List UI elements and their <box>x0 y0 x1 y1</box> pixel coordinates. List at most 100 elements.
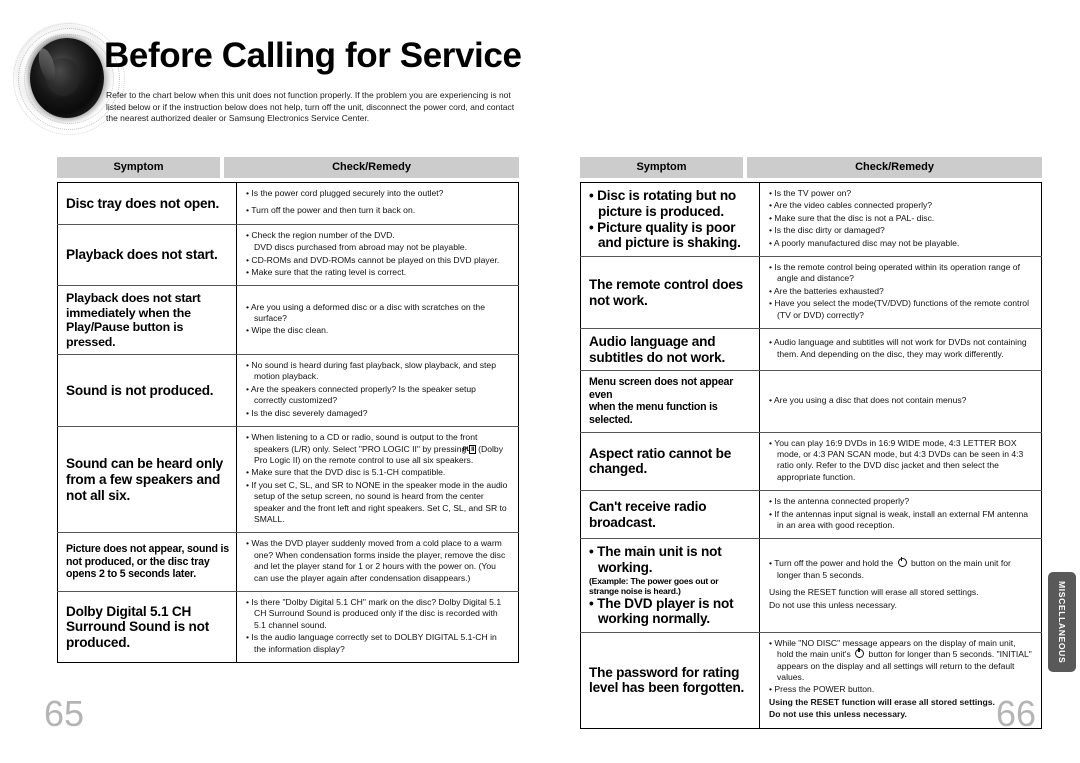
remedy-bullet: Make sure that the disc is not a PAL- di… <box>769 213 1033 224</box>
remedy-bullet-power: While "NO DISC" message appears on the d… <box>769 638 1033 684</box>
remedy-bullet: Turn off the power and then turn it back… <box>246 205 510 216</box>
symptom-text: Audio language and subtitles do not work. <box>589 334 752 365</box>
table-header-left: Symptom Check/Remedy <box>57 157 519 178</box>
remedy-text: When listening to a CD or radio, sound i… <box>246 432 510 525</box>
dolby-prologic2-icon: PL II <box>462 444 476 454</box>
symptom-cell: The password for rating level has been fo… <box>580 632 760 729</box>
symptom-line: strange noise is heard.) <box>589 585 681 596</box>
remedy-line: Do not use this unless necessary. <box>769 709 907 720</box>
symptom-text: Aspect ratio cannot be changed. <box>589 446 752 477</box>
symptom-line: Aspect ratio cannot be <box>589 445 732 461</box>
remedy-bullet: Is the TV power on? <box>769 188 1033 199</box>
symptom-cell: Audio language and subtitles do not work. <box>580 328 760 372</box>
symptom-cell: Playback does not start immediately when … <box>57 285 237 356</box>
remedy-bullet: No sound is heard during fast playback, … <box>246 360 510 383</box>
symptom-cell: Disc is rotating but no picture is produ… <box>580 182 760 258</box>
column-header-remedy: Check/Remedy <box>224 157 519 178</box>
remedy-text: No sound is heard during fast playback, … <box>246 360 510 419</box>
remedy-bullet-dolby: When listening to a CD or radio, sound i… <box>246 432 510 466</box>
remedy-bullet: Have you select the mode(TV/DVD) functio… <box>769 298 1033 321</box>
symptom-line: changed. <box>589 461 648 477</box>
remedy-bullet: Are the video cables connected properly? <box>769 200 1033 211</box>
remedy-bullet: Are the speakers connected properly? Is … <box>246 384 510 407</box>
symptom-text: Sound can be heard only from a few speake… <box>66 456 229 503</box>
remedy-cell: Is the remote control being operated wit… <box>759 256 1042 330</box>
symptom-text: The password for rating level has been fo… <box>589 665 752 696</box>
remedy-cell: When listening to a CD or radio, sound i… <box>236 426 519 534</box>
remedy-cell: No sound is heard during fast playback, … <box>236 354 519 428</box>
symptom-line: not produced, or the disc tray <box>66 555 210 568</box>
symptom-line: level has been forgotten. <box>589 680 745 696</box>
table-header-row: Symptom Check/Remedy <box>580 157 1042 178</box>
remedy-bullet: If you set C, SL, and SR to NONE in the … <box>246 480 510 526</box>
symptom-text: Menu screen does not appear even when the… <box>589 376 752 426</box>
remedy-bullet-power: Turn off the power and hold the button o… <box>769 556 1033 581</box>
remedy-bullet: Audio language and subtitles will not wo… <box>769 337 1033 360</box>
remedy-text: Check the region number of the DVD.DVD d… <box>246 230 510 279</box>
remedy-text: Turn off the power and hold the button o… <box>769 556 1033 611</box>
symptom-line: produced. <box>66 634 130 650</box>
page-header: Before Calling for Service Refer to the … <box>0 0 1080 150</box>
remedy-line: DVD discs purchased from abroad may not … <box>254 242 468 253</box>
symptom-cell: Can't receive radio broadcast. <box>580 490 760 540</box>
table-header-row: Symptom Check/Remedy <box>57 157 519 178</box>
remedy-text: Is the power cord plugged securely into … <box>246 188 510 217</box>
remedy-line: Using the RESET function will erase all … <box>769 696 995 707</box>
remedy-line: Using the RESET function will erase all … <box>769 587 979 598</box>
manual-page-spread: Before Calling for Service Refer to the … <box>0 0 1080 763</box>
symptom-text: The main unit is not working.(Example: T… <box>589 544 752 626</box>
remedy-bullet: Make sure that the DVD disc is 5.1-CH co… <box>246 467 510 478</box>
remedy-cell: Is the TV power on?Are the video cables … <box>759 182 1042 258</box>
symptom-text: Dolby Digital 5.1 CH Surround Sound is no… <box>66 604 229 651</box>
remedy-bullet: Is the disc dirty or damaged? <box>769 225 1033 236</box>
power-button-icon <box>855 647 865 659</box>
symptom-line: Playback does not start. <box>66 247 218 263</box>
remedy-cell: Is there "Dolby Digital 5.1 CH" mark on … <box>237 591 519 662</box>
remedy-bullet: A poorly manufactured disc may not be pl… <box>769 238 1033 249</box>
table-row: The main unit is not working.(Example: T… <box>580 538 1042 633</box>
symptom-text: Disc is rotating but no picture is produ… <box>589 188 752 250</box>
symptom-line: Audio language and <box>589 334 716 350</box>
remedy-line: Do not use this unless necessary. <box>769 599 897 610</box>
table-row: Dolby Digital 5.1 CH Surround Sound is no… <box>57 591 519 663</box>
table-header-right: Symptom Check/Remedy <box>580 157 1042 178</box>
symptom-text: Sound is not produced. <box>66 383 229 399</box>
remedy-bullet: Make sure that the rating level is corre… <box>246 267 510 278</box>
symptom-line: Picture quality is poor and picture is s… <box>589 220 752 251</box>
symptom-text: Playback does not start immediately when … <box>66 291 229 349</box>
symptom-cell: Playback does not start. <box>57 224 237 287</box>
symptom-text: Picture does not appear, sound is not pro… <box>66 543 229 581</box>
power-button-icon <box>897 556 907 568</box>
table-row: Menu screen does not appear even when the… <box>580 370 1042 433</box>
symptom-cell: Dolby Digital 5.1 CH Surround Sound is no… <box>57 591 237 663</box>
symptom-line: not work. <box>589 292 648 308</box>
symptom-line: Can't receive radio <box>589 499 707 515</box>
page-number-left: 65 <box>44 693 85 734</box>
symptom-line: Sound is not produced. <box>66 382 214 398</box>
remedy-bullet: Is there "Dolby Digital 5.1 CH" mark on … <box>246 597 510 631</box>
remedy-text: Is the TV power on?Are the video cables … <box>769 188 1033 249</box>
remedy-bullet: Is the antenna connected properly? <box>769 496 1033 507</box>
remedy-cell: Turn off the power and hold the button o… <box>759 538 1042 633</box>
table-body-left: Disc tray does not open. Is the power cor… <box>57 182 519 663</box>
symptom-line: not all six. <box>66 487 131 503</box>
table-row: Aspect ratio cannot bechanged. You can pl… <box>580 432 1042 492</box>
remedy-cell: Are you using a deformed disc or a disc … <box>236 285 519 356</box>
remedy-text: Was the DVD player suddenly moved from a… <box>246 538 510 584</box>
remedy-bullet: Are you using a disc that does not conta… <box>769 395 1033 406</box>
symptom-line: Picture does not appear, sound is <box>66 543 229 556</box>
remedy-text: Is the remote control being operated wit… <box>769 262 1033 321</box>
remedy-text: You can play 16:9 DVDs in 16:9 WIDE mode… <box>769 438 1033 484</box>
remedy-cell: Was the DVD player suddenly moved from a… <box>236 532 519 592</box>
symptom-cell: Sound is not produced. <box>57 354 237 428</box>
symptom-text: The remote control does not work. <box>589 277 752 308</box>
remedy-cell: You can play 16:9 DVDs in 16:9 WIDE mode… <box>759 432 1042 492</box>
remedy-bullet: Is the audio language correctly set to D… <box>246 632 510 655</box>
remedy-text: Audio language and subtitles will not wo… <box>769 337 1033 360</box>
remedy-bullet: Is the power cord plugged securely into … <box>246 188 510 199</box>
page-title: Before Calling for Service <box>104 36 522 75</box>
symptom-line: from a few speakers and <box>66 471 221 487</box>
remedy-bullet: Are the batteries exhausted? <box>769 286 1033 297</box>
table-row: Can't receive radiobroadcast. Is the ante… <box>580 490 1042 540</box>
symptom-line: Menu screen does not appear even <box>589 376 734 401</box>
